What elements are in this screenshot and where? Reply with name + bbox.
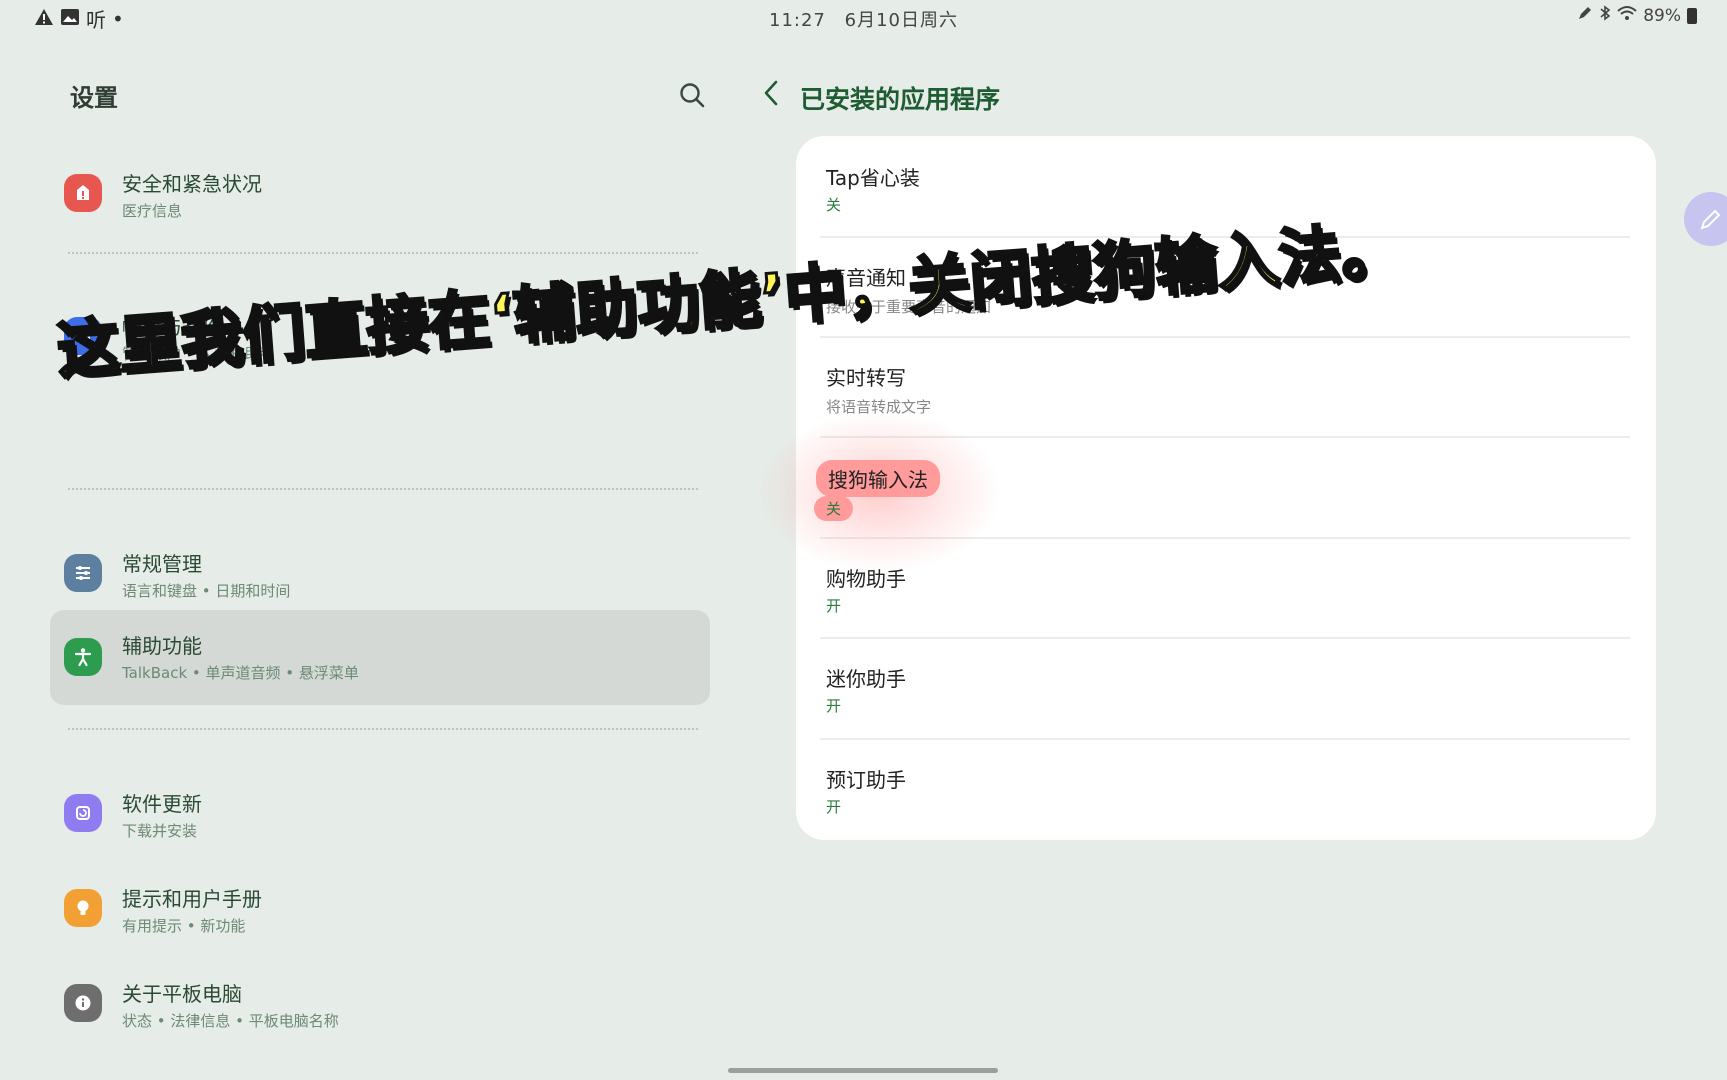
settings-item-about[interactable]: 关于平板电脑 状态 • 法律信息 • 平板电脑名称 [50,958,710,1050]
info-icon [64,984,102,1022]
divider [68,252,698,254]
menu-item-title: 关于平板电脑 [122,982,242,1006]
apps-page-title: 已安装的应用程序 [800,85,1001,114]
home-indicator[interactable] [728,1068,998,1073]
floating-edit-button[interactable] [1684,192,1727,246]
status-time: 11:27 [769,10,826,31]
app-name: 迷你助手 [826,667,906,691]
app-status: 开 [826,597,842,615]
pen-icon [1577,5,1593,26]
menu-item-subtitle: 医疗信息 [122,202,183,220]
menu-item-subtitle: 状态 • 法律信息 • 平板电脑名称 [122,1012,339,1030]
apps-header: 已安装的应用程序 [752,72,1252,122]
menu-item-title: 提示和用户手册 [122,887,262,911]
pencil-icon [1700,209,1721,230]
wifi-icon [1617,5,1637,26]
sogou-highlight[interactable]: 搜狗输入法 关 [760,412,1000,572]
battery-percent: 89% [1643,5,1681,26]
app-status: 关 [814,496,854,521]
divider [68,488,698,490]
page-title: 设置 [70,84,118,112]
bulb-icon [64,889,102,927]
accessibility-icon [64,638,102,676]
status-clock: 11:27 6月10日周六 [0,6,1727,32]
battery-icon [1687,7,1697,24]
app-status: 关 [826,196,842,214]
back-arrow-icon[interactable] [758,78,784,108]
settings-item-general[interactable]: 常规管理 语言和键盘 • 日期和时间 [50,528,710,620]
menu-item-title: 常规管理 [122,552,202,576]
search-icon[interactable] [677,80,707,110]
bluetooth-icon [1599,5,1611,26]
menu-item-subtitle: 下载并安装 [122,822,198,840]
app-name: Tap省心装 [826,166,920,190]
status-bar: 听 • 11:27 6月10日周六 89% [0,0,1727,36]
menu-item-subtitle: 有用提示 • 新功能 [122,917,246,935]
app-row-mini-assistant[interactable]: 迷你助手 开 [796,637,1656,737]
update-icon [64,794,102,832]
divider [68,728,698,730]
status-right: 89% [1577,5,1697,26]
settings-item-safety[interactable]: 安全和紧急状况 医疗信息 [50,148,710,240]
menu-item-subtitle: TalkBack • 单声道音频 • 悬浮菜单 [122,664,359,682]
menu-item-title: 辅助功能 [122,634,202,658]
app-status: 开 [826,798,842,816]
status-date: 6月10日周六 [844,10,958,31]
menu-item-title: 安全和紧急状况 [122,172,262,196]
app-name: 搜狗输入法 [816,460,940,497]
app-status: 开 [826,697,842,715]
settings-header: 设置 [50,60,715,130]
settings-panel: 设置 安全和紧急状况 医疗信息 帐户与备份 管理帐户 • S 换机助手 常规管理… [50,60,715,1050]
settings-item-accessibility[interactable]: 辅助功能 TalkBack • 单声道音频 • 悬浮菜单 [50,610,710,705]
menu-item-title: 软件更新 [122,792,202,816]
emergency-icon [64,174,102,212]
settings-item-software-update[interactable]: 软件更新 下载并安装 [50,768,710,860]
app-row-booking-assistant[interactable]: 预订助手 开 [796,738,1656,838]
sliders-icon [64,554,102,592]
app-name: 预订助手 [826,768,906,792]
settings-item-tips[interactable]: 提示和用户手册 有用提示 • 新功能 [50,863,710,955]
menu-item-subtitle: 语言和键盘 • 日期和时间 [122,582,291,600]
